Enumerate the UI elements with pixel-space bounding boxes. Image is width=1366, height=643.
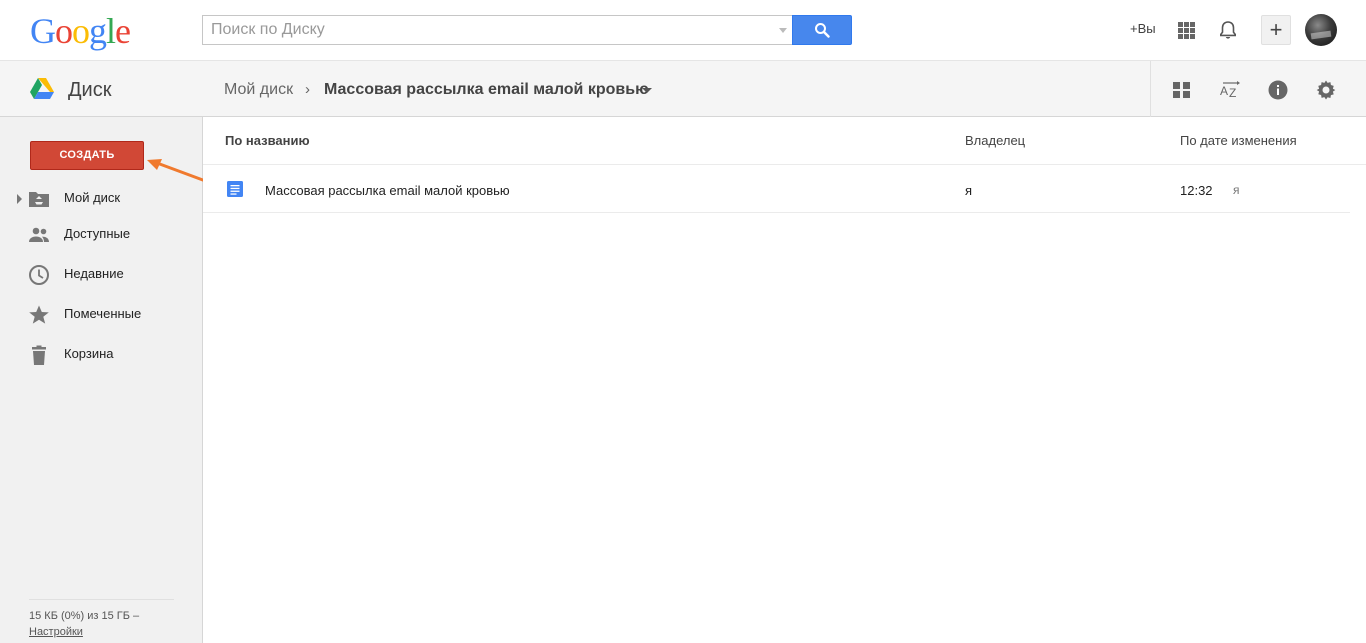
search-input[interactable] [203,16,763,44]
sidebar-item-label: Доступные [64,226,131,241]
apps-grid-icon[interactable] [1178,22,1195,39]
settings-gear-icon[interactable] [1315,79,1337,101]
google-logo[interactable]: Google [30,10,131,52]
file-modified-by: я [1233,183,1240,197]
search-icon [815,23,830,38]
sidebar-item-label: Недавние [64,266,124,281]
column-header-name[interactable]: По названию [225,133,310,148]
sidebar-item-trash[interactable]: Корзина [0,338,202,370]
file-name: Массовая рассылка email малой кровью [265,183,510,198]
column-header-modified[interactable]: По дате изменения [1180,133,1297,148]
grid-view-icon[interactable] [1171,79,1193,101]
create-button[interactable]: СОЗДАТЬ [30,141,144,170]
sidebar-item-my-drive[interactable]: Мой диск [0,182,202,214]
file-list: По названию Владелец По дате изменения М… [203,117,1366,643]
breadcrumb-current-folder[interactable]: Массовая рассылка email малой кровью [324,81,649,99]
sidebar-item-label: Мой диск [64,190,121,205]
shared-people-icon [29,227,49,242]
info-icon[interactable] [1267,79,1289,101]
expand-tree-icon[interactable] [17,194,22,204]
breadcrumb-my-drive[interactable]: Мой диск [224,81,293,99]
share-plus-button[interactable]: + [1261,15,1291,45]
file-owner: я [965,183,973,198]
google-drive-logo-icon[interactable] [30,78,54,100]
drive-header: Диск Мой диск › Массовая рассылка email … [0,60,1366,117]
file-modified-time: 12:32 [1180,183,1213,198]
search-options-caret-icon[interactable] [779,28,787,33]
svg-text:Z: Z [1229,86,1236,100]
clock-icon [29,265,49,285]
sidebar-item-recent[interactable]: Недавние [0,258,202,290]
table-row[interactable]: Массовая рассылка email малой кровью я 1… [203,165,1350,213]
google-doc-icon [227,181,243,197]
drive-folder-icon [29,192,49,207]
breadcrumb-separator: › [305,81,310,98]
search-button[interactable] [792,15,852,45]
avatar[interactable] [1305,14,1337,46]
sidebar-item-label: Корзина [64,346,114,361]
search-box [202,15,793,45]
sidebar-item-starred[interactable]: Помеченные [0,298,202,330]
list-header: По названию Владелец По дате изменения [203,117,1366,165]
storage-settings-link[interactable]: Настройки [29,626,83,638]
left-sidebar: СОЗДАТЬ Мой диск Доступные Недавние Поме… [0,117,221,643]
trash-icon [32,345,46,365]
svg-text:A: A [1220,84,1228,98]
toolbar-divider [1150,61,1151,117]
folder-menu-caret-icon[interactable] [642,88,652,93]
top-bar: Google +Вы + [0,0,1366,60]
sort-az-icon[interactable]: A Z [1219,79,1241,101]
column-header-owner[interactable]: Владелец [965,133,1025,148]
star-icon [29,305,49,324]
storage-usage-text: 15 КБ (0%) из 15 ГБ – [29,610,140,622]
sidebar-item-shared[interactable]: Доступные [0,218,202,250]
app-title[interactable]: Диск [68,79,111,102]
plus-you-link[interactable]: +Вы [1130,21,1156,36]
notifications-bell-icon[interactable] [1217,19,1239,41]
sidebar-item-label: Помеченные [64,306,142,321]
storage-quota: 15 КБ (0%) из 15 ГБ – Настройки [29,599,174,640]
